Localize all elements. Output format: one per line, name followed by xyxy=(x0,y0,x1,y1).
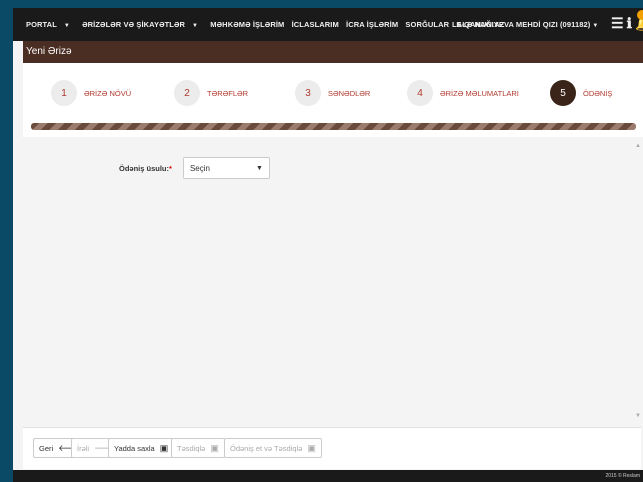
chevron-down-icon: ▼ xyxy=(256,164,263,172)
required-mark: * xyxy=(169,163,172,173)
payment-method-select[interactable]: Seçin ▼ xyxy=(182,157,270,179)
nav-enforcement[interactable]: İCRA İŞLƏRİM xyxy=(346,20,398,29)
payment-method-label-text: Ödəniş üsulu: xyxy=(119,163,170,173)
chevron-down-icon: ▼ xyxy=(192,23,199,29)
back-button-label: Geri xyxy=(39,443,54,453)
user-menu[interactable]: LALƏ NAĞIYEVA MEHDİ QIZI (091182) ▼ xyxy=(452,20,598,29)
step-number: 1 xyxy=(51,80,77,106)
payment-method-row: Ödəniş üsulu:* Seçin ▼ xyxy=(119,157,270,179)
step-parties[interactable]: 2 TƏRƏFLƏR xyxy=(174,78,248,108)
nav-portal-label: PORTAL xyxy=(26,20,57,29)
step-label: ÖDƏNİŞ xyxy=(583,88,613,98)
step-label: TƏRƏFLƏR xyxy=(207,88,249,98)
nav-queries[interactable]: SORĞULAR xyxy=(405,20,449,29)
step-label: ƏRİZƏ MƏLUMATLARI xyxy=(440,88,519,98)
confirm-button-label: Təsdiqlə xyxy=(177,443,206,453)
pay-and-confirm-button-label: Ödəniş et və Təsdiqlə xyxy=(230,443,303,453)
settings-sliders-icon[interactable]: ☰ xyxy=(611,15,624,31)
action-bar: Geri🡐 İrəli🡒 Yadda saxla▣ Təsdiqlə▣ Ödən… xyxy=(23,427,641,469)
pay-and-confirm-button[interactable]: Ödəniş et və Təsdiqlə ▣ xyxy=(224,438,322,458)
stamp-icon: ▣ xyxy=(210,442,219,453)
info-icon[interactable]: ℹ xyxy=(627,15,632,31)
main-menu: PORTAL ▼ ƏRİZƏLƏR VƏ ŞİKAYƏTLƏR ▼ MƏHKƏMƏ … xyxy=(26,20,509,29)
app-frame: PORTAL ▼ ƏRİZƏLƏR VƏ ŞİKAYƏTLƏR ▼ MƏHKƏMƏ … xyxy=(13,8,643,482)
scroll-down-arrow-icon[interactable]: ▼ xyxy=(635,413,641,419)
floppy-disk-icon: ▣ xyxy=(159,442,169,453)
form-content: Ödəniş üsulu:* Seçin ▼ ▲ ▼ xyxy=(23,141,641,421)
step-application-type[interactable]: 1 ƏRİZƏ NÖVÜ xyxy=(51,78,131,108)
wizard-steps: 1 ƏRİZƏ NÖVÜ 2 TƏRƏFLƏR 3 SƏNƏDLƏR 4 ƏRİ… xyxy=(23,63,643,137)
stamp-check-icon: ▣ xyxy=(307,442,316,453)
confirm-button[interactable]: Təsdiqlə ▣ xyxy=(171,438,225,458)
forward-button-label: İrəli xyxy=(77,443,90,453)
step-label: ƏRİZƏ NÖVÜ xyxy=(84,88,132,98)
scroll-up-arrow-icon[interactable]: ▲ xyxy=(635,143,641,149)
copyright-text: 2015 © Reslam xyxy=(605,473,640,479)
payment-method-label: Ödəniş üsulu:* xyxy=(119,164,172,173)
nav-portal[interactable]: PORTAL ▼ xyxy=(26,20,75,29)
step-number: 2 xyxy=(174,80,200,106)
nav-sessions[interactable]: İCLASLARIM xyxy=(292,20,339,29)
save-button-label: Yadda saxla xyxy=(114,443,155,453)
top-navigation: PORTAL ▼ ƏRİZƏLƏR VƏ ŞİKAYƏTLƏR ▼ MƏHKƏMƏ … xyxy=(13,8,643,41)
nav-court-cases[interactable]: MƏHKƏMƏ İŞLƏRİM xyxy=(210,20,284,29)
step-number: 5 xyxy=(550,80,576,106)
step-label: SƏNƏDLƏR xyxy=(328,88,371,98)
scrollbar[interactable]: ▲ ▼ xyxy=(634,141,641,421)
step-documents[interactable]: 3 SƏNƏDLƏR xyxy=(295,78,370,108)
step-payment[interactable]: 5 ÖDƏNİŞ xyxy=(550,78,612,108)
chevron-down-icon: ▼ xyxy=(592,23,599,29)
nav-applications[interactable]: ƏRİZƏLƏR VƏ ŞİKAYƏTLƏR ▼ xyxy=(82,20,203,29)
step-application-details[interactable]: 4 ƏRİZƏ MƏLUMATLARI xyxy=(407,78,519,108)
select-value: Seçin xyxy=(189,163,210,173)
nav-applications-label: ƏRİZƏLƏR VƏ ŞİKAYƏTLƏR xyxy=(82,20,186,29)
step-number: 3 xyxy=(295,80,321,106)
user-name: LALƏ NAĞIYEVA MEHDİ QIZI (091182) xyxy=(452,20,591,29)
progress-bar xyxy=(31,123,636,130)
page-title: Yeni Ərizə xyxy=(23,41,643,63)
notification-badge xyxy=(637,10,643,20)
step-number: 4 xyxy=(407,80,433,106)
chevron-down-icon: ▼ xyxy=(63,23,70,29)
footer-bar: 2015 © Reslam xyxy=(13,470,643,482)
save-button[interactable]: Yadda saxla ▣ xyxy=(108,438,175,458)
